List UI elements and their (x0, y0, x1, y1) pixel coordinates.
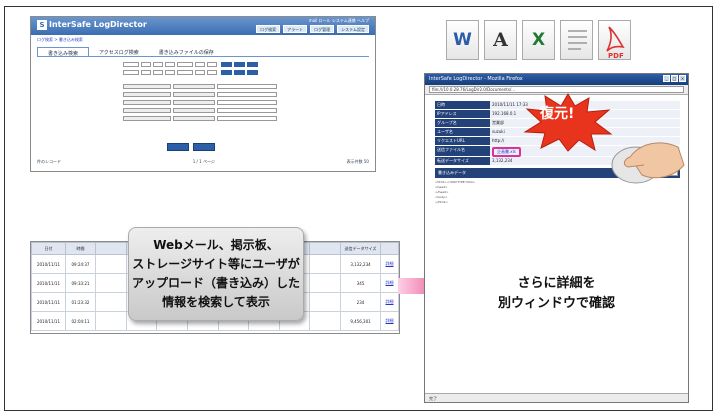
detail-confirm-text: さらに詳細を 別ウィンドウで確認 (497, 276, 615, 311)
nav-button-log-manage[interactable]: ログ管理 (310, 25, 335, 33)
search-callout: Webメール、掲示板、 ストレージサイト等にユーザが アップロード（書き込み）し… (128, 227, 304, 321)
condition-select-5[interactable] (123, 115, 171, 121)
end-month-field-2[interactable] (195, 69, 205, 75)
nav-button-log-search[interactable]: ログ検索 (256, 25, 281, 33)
app-footer: 件のレコード 1 / 1 ページ 表示件数 50 (31, 157, 375, 166)
start-month-field-2[interactable] (141, 69, 151, 75)
condition-select-1[interactable] (123, 83, 171, 89)
operator-select-3[interactable] (173, 99, 215, 105)
header-link-mail[interactable]: mail (309, 18, 318, 23)
condition-select-3[interactable] (123, 99, 171, 105)
condition-row-3 (101, 99, 375, 105)
app-search-screen: S InterSafe LogDirector mail ロール システム連携 ヘ… (30, 16, 376, 172)
start-year-field[interactable] (123, 61, 139, 67)
condition-value-2[interactable] (217, 91, 277, 97)
close-icon[interactable]: × (679, 75, 686, 82)
breadcrumb[interactable]: ログ検索 > 書き込み検索 (31, 35, 375, 45)
detail-link[interactable]: 詳細 (380, 273, 399, 293)
condition-value-1[interactable] (217, 83, 277, 89)
start-day-field-2[interactable] (153, 69, 163, 75)
hand-click-icon (611, 142, 685, 184)
svg-text:PDF: PDF (608, 52, 624, 60)
detail-link[interactable]: 詳細 (380, 311, 399, 331)
detail-link[interactable]: 詳細 (380, 292, 399, 312)
condition-row-5 (101, 115, 375, 121)
month-button[interactable] (221, 69, 232, 75)
start-time-field[interactable] (165, 61, 175, 67)
search-tabs: 書き込み検索 アクセスログ検索 書き込みファイルの保存 (37, 47, 369, 57)
end-year-field-2[interactable] (177, 69, 193, 75)
sent-file-link[interactable]: 企画書.xls (492, 147, 521, 157)
condition-value-3[interactable] (217, 99, 277, 105)
condition-select-4[interactable] (123, 107, 171, 113)
header-link-help[interactable]: ヘルプ (357, 18, 369, 23)
condition-value-5[interactable] (217, 115, 277, 121)
col-time[interactable]: 時間 (65, 242, 96, 255)
end-day-field-2[interactable] (207, 69, 217, 75)
operator-select-5[interactable] (173, 115, 215, 121)
pagination[interactable]: 1 / 1 ページ (193, 159, 215, 165)
tab-write-search[interactable]: 書き込み検索 (37, 47, 90, 57)
col-size[interactable]: 送信データサイズ (340, 242, 381, 255)
minimize-icon[interactable]: _ (663, 75, 670, 82)
date-range-row (101, 61, 375, 67)
condition-select-2[interactable] (123, 91, 171, 97)
app-logo: S InterSafe LogDirector (37, 20, 147, 30)
nav-button-settings[interactable]: システム設定 (337, 25, 369, 33)
operator-select-1[interactable] (173, 83, 215, 89)
end-month-field[interactable] (195, 61, 205, 67)
word-icon: W (446, 20, 479, 60)
last-month-button[interactable] (234, 69, 245, 75)
popup-title-bar: InterSafe LogDirector - Mozilla Firefox … (425, 74, 688, 85)
search-button[interactable] (167, 143, 189, 151)
tab-access-log-search[interactable]: アクセスログ検索 (89, 47, 149, 56)
pdf-icon: PDF (598, 20, 631, 60)
clear-button[interactable] (247, 69, 258, 75)
header-link-system[interactable]: システム連携 (332, 18, 356, 23)
week-button[interactable] (247, 61, 258, 67)
file-type-icons: W A X PDF (446, 20, 631, 60)
text-icon: A (484, 20, 517, 60)
header-links: mail ロール システム連携 ヘルプ (309, 18, 369, 24)
logo-icon: S (37, 20, 47, 30)
header-link-role[interactable]: ロール (319, 18, 331, 23)
condition-row-1 (101, 83, 375, 89)
condition-value-4[interactable] (217, 107, 277, 113)
nav-button-alert[interactable]: アラート (283, 25, 308, 33)
condition-row-4 (101, 107, 375, 113)
maximize-icon[interactable]: □ (671, 75, 678, 82)
start-day-field[interactable] (153, 61, 163, 67)
today-button[interactable] (221, 61, 232, 67)
status-bar: 完了 (425, 393, 688, 402)
record-count: 件のレコード (37, 158, 61, 164)
tab-save-files[interactable]: 書き込みファイルの保存 (149, 47, 224, 56)
start-year-field-2[interactable] (123, 69, 139, 75)
start-month-field[interactable] (141, 61, 151, 67)
app-header: S InterSafe LogDirector mail ロール システム連携 ヘ… (31, 17, 375, 35)
end-year-field[interactable] (177, 61, 193, 67)
page-size-select[interactable]: 表示件数 50 (347, 159, 369, 165)
start-time-field-2[interactable] (165, 69, 175, 75)
detail-link[interactable]: 詳細 (380, 254, 399, 274)
yesterday-button[interactable] (234, 61, 245, 67)
document-icon (560, 20, 593, 60)
operator-select-4[interactable] (173, 107, 215, 113)
reset-button[interactable] (193, 143, 215, 151)
col-date[interactable]: 日付 (31, 242, 66, 255)
excel-icon: X (522, 20, 555, 60)
operator-select-2[interactable] (173, 91, 215, 97)
end-day-field[interactable] (207, 61, 217, 67)
restore-label: 復元! (540, 106, 575, 122)
condition-row-2 (101, 91, 375, 97)
